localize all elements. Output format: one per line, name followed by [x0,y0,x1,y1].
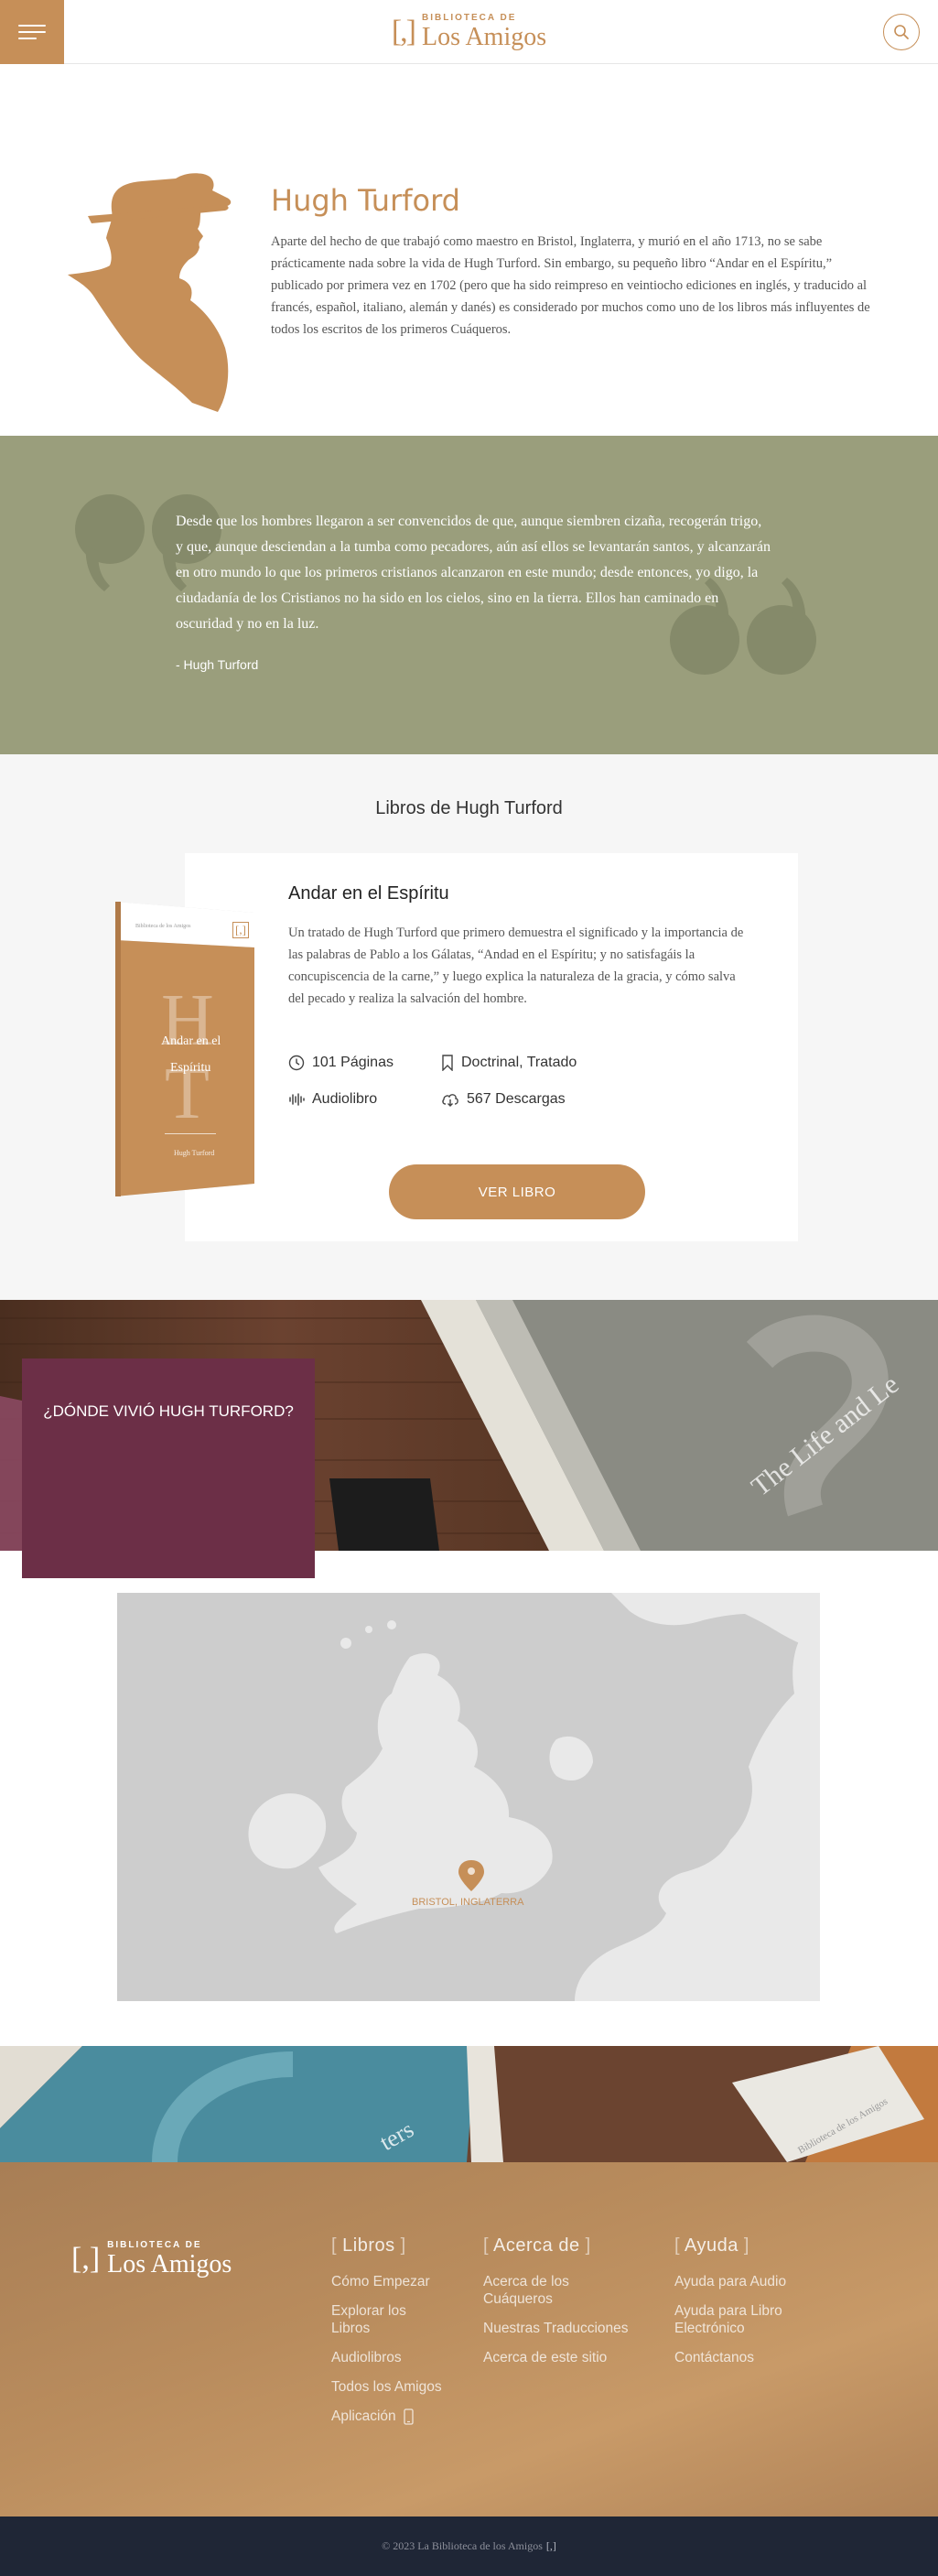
cover-initial-h: H [161,980,214,1061]
location-map[interactable] [117,1593,820,2001]
book-pages-text: 101 Páginas [312,1055,394,1070]
cover-header: Biblioteca de los Amigos [135,924,191,929]
footer-link[interactable]: Todos los Amigos [331,2378,442,2396]
menu-line-icon [18,38,37,39]
book-pages: 101 Páginas [288,1055,394,1071]
footer-link[interactable]: Explorar los Libros [331,2302,441,2337]
site-logo[interactable]: [,] BIBLIOTECA DE Los Amigos [392,14,546,50]
where-box [22,1358,315,1578]
menu-line-icon [18,25,46,27]
search-icon [894,25,909,39]
author-info: Hugh Turford Aparte del hecho de que tra… [271,183,879,341]
book-title[interactable]: Andar en el Espíritu [288,883,449,904]
view-book-button[interactable]: VER LIBRO [389,1164,645,1219]
quote-text: Desde que los hombres llegaron a ser con… [176,514,771,632]
footer-link[interactable]: Audiolibros [331,2349,442,2366]
book-cover[interactable]: Biblioteca de los Amigos [,] H T Andar e… [115,902,254,1196]
copyright-text: © 2023 La Biblioteca de los Amigos [382,2539,543,2552]
site-header: [,] BIBLIOTECA DE Los Amigos [0,0,938,64]
book-downloads: 567 Descargas [441,1091,566,1108]
footer-link-app[interactable]: Aplicación [331,2408,442,2425]
author-bio: Aparte del hecho de que trabajó como mae… [271,234,870,337]
footer-column-libros: [ Libros ] Cómo Empezar Explorar los Lib… [331,2235,442,2437]
quote-section: Desde que los hombres llegaron a ser con… [0,436,938,754]
book-category-text: Doctrinal, Tratado [461,1055,577,1070]
logo-small-text: BIBLIOTECA DE [422,13,517,23]
copyright-mark: [,] [545,2539,556,2552]
footer-link[interactable]: Ayuda para Audio [674,2273,803,2290]
footer-link[interactable]: Acerca de los Cuáqueros [483,2273,593,2308]
author-name: Hugh Turford [271,183,460,218]
map-location-label: BRISTOL, INGLATERRA [412,1897,524,1908]
book-audio-text: Audiolibro [312,1091,378,1107]
logo-mark: [,] [391,15,416,49]
footer-column-acerca: [ Acerca de ] Acerca de los Cuáqueros Nu… [483,2235,629,2378]
clock-icon [288,1055,305,1071]
cover-title-line1: Andar en el [161,1034,221,1048]
footer-link[interactable]: Cómo Empezar [331,2273,442,2290]
bookmark-icon [442,1055,453,1071]
footer-logo[interactable]: [,] BIBLIOTECA DE Los Amigos [71,2241,232,2278]
author-section: Hugh Turford Aparte del hecho de que tra… [0,64,938,436]
copyright-bar: © 2023 La Biblioteca de los Amigos [,] [0,2516,938,2576]
decorative-photo-strip: ters Biblioteca de los Amigos [0,2046,938,2162]
books-section-title: Libros de Hugh Turford [375,798,563,818]
cloud-download-icon [442,1094,458,1107]
footer-logo-big: Los Amigos [107,2250,232,2278]
map-graphic [117,1593,820,2001]
hamburger-menu-button[interactable] [0,0,64,64]
audio-wave-icon [289,1093,305,1106]
book-downloads-text: 567 Descargas [467,1091,566,1107]
book-description: Un tratado de Hugh Turford que primero d… [288,925,744,1006]
footer-heading: [ Acerca de ] [483,2235,591,2256]
logo-big-text: Los Amigos [422,23,547,51]
footer-logo-mark: [,] [71,2242,101,2276]
cover-mark: [,] [232,922,249,938]
author-silhouette-icon [68,173,232,412]
footer-column-ayuda: [ Ayuda ] Ayuda para Audio Ayuda para Li… [674,2235,803,2378]
footer-heading: [ Ayuda ] [674,2235,749,2256]
where-title: ¿DÓNDE VIVIÓ HUGH TURFORD? [43,1402,294,1420]
footer-logo-small: BIBLIOTECA DE [107,2240,202,2250]
book-audio: Audiolibro [288,1091,377,1108]
cover-author: Hugh Turford [174,1149,215,1157]
search-button[interactable] [883,14,920,50]
book-category: Doctrinal, Tratado [441,1055,577,1071]
cover-divider [165,1133,216,1134]
menu-line-icon [18,31,46,33]
quote-author: - Hugh Turford [176,657,259,672]
footer-link[interactable]: Acerca de este sitio [483,2349,629,2366]
footer-link[interactable]: Ayuda para Libro Electrónico [674,2302,803,2337]
cover-title-line2: Espíritu [170,1061,211,1075]
footer-heading: [ Libros ] [331,2235,406,2256]
footer-link[interactable]: Contáctanos [674,2349,803,2366]
footer-link[interactable]: Nuestras Traducciones [483,2320,629,2337]
phone-icon [404,2408,414,2425]
